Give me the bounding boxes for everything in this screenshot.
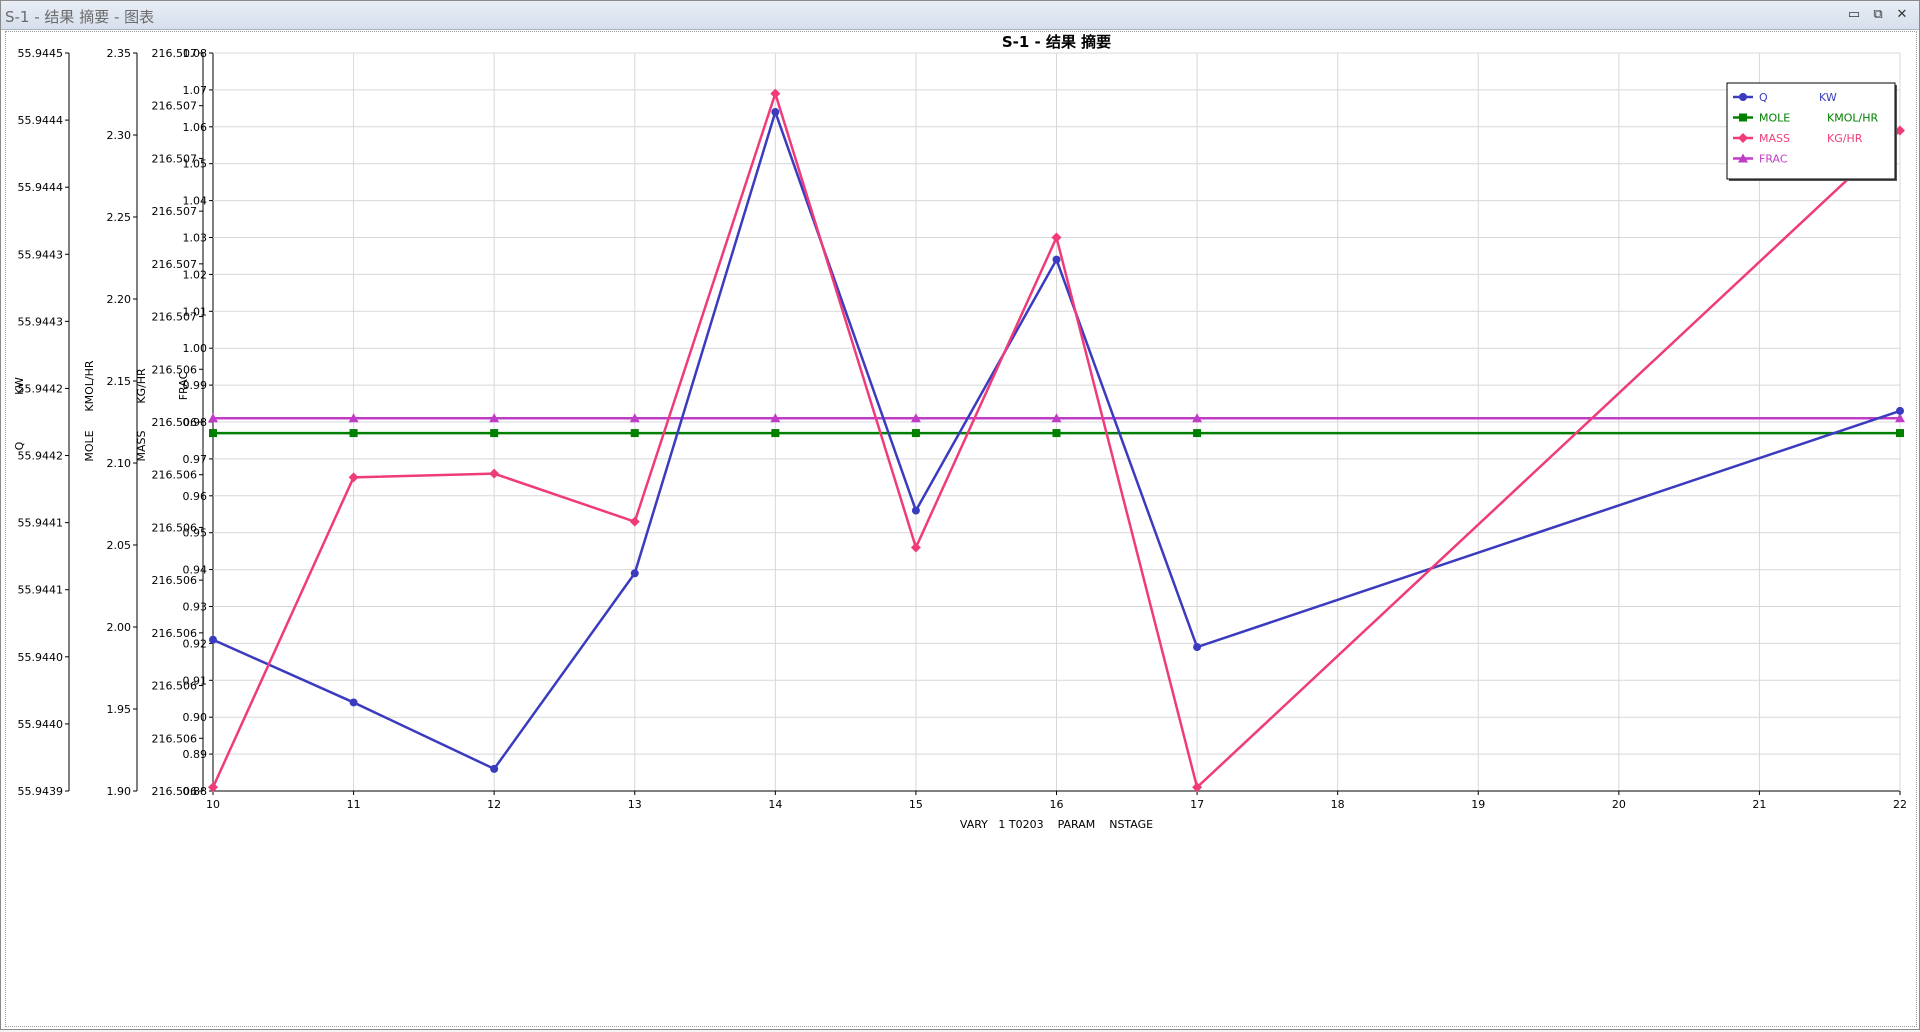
window-controls: ▭ ⧉ ✕ <box>1845 6 1911 22</box>
minimize-icon[interactable]: ▭ <box>1845 6 1863 22</box>
chart-frame <box>5 31 1917 1027</box>
close-icon[interactable]: ✕ <box>1893 6 1911 22</box>
restore-icon[interactable]: ⧉ <box>1869 6 1887 22</box>
chart-window: S-1 - 结果 摘要 - 图表 ▭ ⧉ ✕ S-1 - 结果 摘要 10 11 12… <box>0 0 1920 1030</box>
window-title: S-1 - 结果 摘要 - 图表 <box>5 8 155 26</box>
title-bar: S-1 - 结果 摘要 - 图表 ▭ ⧉ ✕ <box>1 1 1919 30</box>
chart-area: S-1 - 结果 摘要 10 11 12 13 14 15 16 17 18 19 20 21 22 VAR… <box>5 31 1917 1027</box>
